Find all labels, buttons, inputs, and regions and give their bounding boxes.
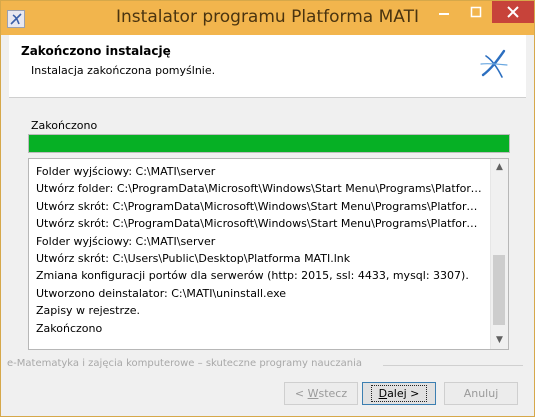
log-line: Utwórz skrót: C:\Users\Public\Desktop\Pl… bbox=[36, 252, 351, 265]
scroll-down-arrow-icon[interactable]: ▼ bbox=[491, 332, 508, 349]
installer-window: Instalator programu Platforma MATI Zakoń… bbox=[0, 0, 535, 417]
branding-text: e-Matematyka i zajęcia komputerowe – sku… bbox=[7, 358, 363, 369]
maximize-button[interactable] bbox=[460, 1, 492, 23]
next-button-accel: D bbox=[378, 387, 388, 400]
back-button-prefix: < bbox=[294, 387, 308, 400]
log-line: Folder wyjściowy: C:\MATI\server bbox=[36, 234, 216, 248]
status-label: Zakończono bbox=[31, 119, 98, 132]
log-line: Utwórz skrót: C:\ProgramData\Microsoft\W… bbox=[36, 199, 484, 213]
back-button[interactable]: < Wstecz bbox=[284, 382, 358, 405]
close-icon bbox=[507, 6, 519, 18]
log-line: Utworzono deinstalator: C:\MATI\uninstal… bbox=[36, 286, 287, 300]
progress-fill bbox=[29, 135, 509, 152]
log-line: Zakończono bbox=[36, 321, 103, 335]
mati-logo-icon bbox=[477, 47, 511, 84]
minimize-button[interactable] bbox=[428, 1, 460, 23]
wizard-header: Zakończono instalację Instalacja zakończ… bbox=[9, 35, 526, 98]
window-title: Instalator programu Platforma MATI bbox=[116, 7, 419, 27]
progress-bar bbox=[28, 134, 510, 153]
details-log[interactable]: Folder wyjściowy: C:\MATI\server Utwórz f… bbox=[28, 158, 509, 350]
maximize-icon bbox=[470, 6, 482, 18]
scroll-thumb[interactable] bbox=[493, 255, 505, 325]
log-line: Utwórz folder: C:\ProgramData\Microsoft\… bbox=[36, 182, 484, 196]
next-button-focus: Dalej > bbox=[370, 385, 428, 402]
title-bar[interactable]: Instalator programu Platforma MATI bbox=[1, 1, 534, 35]
next-button[interactable]: Dalej > bbox=[362, 382, 436, 405]
scroll-up-arrow-icon[interactable]: ▲ bbox=[491, 159, 508, 176]
back-button-label: stecz bbox=[318, 387, 348, 400]
cancel-button[interactable]: Anuluj bbox=[444, 382, 518, 405]
log-line: Folder wyjściowy: C:\MATI\server bbox=[36, 165, 216, 178]
footer-divider bbox=[383, 365, 523, 366]
next-button-label: alej > bbox=[387, 387, 420, 400]
log-scrollbar[interactable]: ▲ ▼ bbox=[490, 159, 508, 349]
back-button-accel: W bbox=[307, 387, 319, 400]
app-icon[interactable] bbox=[7, 10, 25, 28]
page-title: Zakończono instalację bbox=[21, 44, 171, 58]
page-subtitle: Instalacja zakończona pomyślnie. bbox=[31, 64, 216, 77]
minimize-icon bbox=[439, 13, 449, 15]
log-line: Zapisy w rejestrze. bbox=[36, 304, 141, 318]
log-line: Zmiana konfiguracji portów dla serwerów … bbox=[36, 269, 469, 283]
close-button[interactable] bbox=[492, 1, 534, 23]
log-line: Utwórz skrót: C:\ProgramData\Microsoft\W… bbox=[36, 217, 484, 231]
